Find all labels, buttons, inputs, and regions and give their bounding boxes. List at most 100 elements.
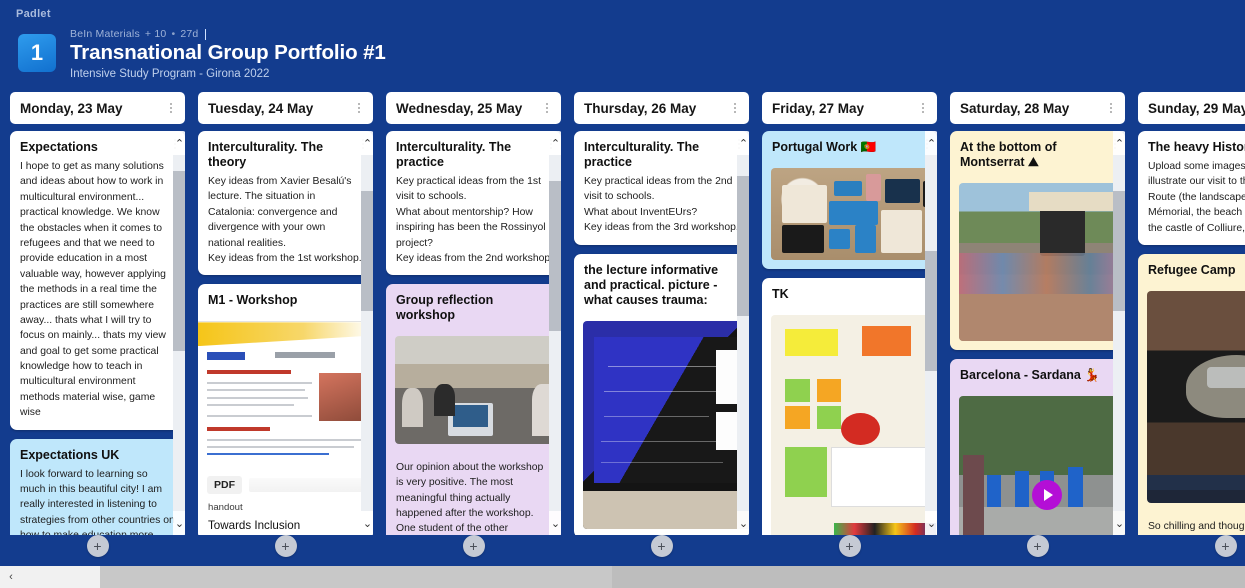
post-card-header: Interculturality. The practice Key practi… [386, 131, 561, 275]
column-header-5[interactable]: Friday, 27 May [762, 92, 937, 124]
post-card[interactable]: Barcelona - Sardana 💃 [950, 359, 1125, 535]
post-card-header: Expectations I hope to get as many soluti… [10, 131, 185, 430]
add-post-button[interactable]: + [86, 535, 109, 557]
attachment-label[interactable]: Towards Inclusion [198, 513, 373, 535]
scroll-down-chevron-icon[interactable]: ⌄ [549, 511, 561, 535]
column-body: At the bottom of Montserrat ⛰ Barcelona -… [950, 131, 1125, 535]
add-post-cell: + [386, 535, 561, 557]
post-card[interactable]: Portugal Work 🇵🇹 [762, 131, 937, 269]
post-image-poster[interactable] [771, 315, 937, 535]
vertical-scroll-thumb[interactable] [361, 191, 373, 311]
column-header-4[interactable]: Thursday, 26 May [574, 92, 749, 124]
post-title: Interculturality. The practice [396, 140, 512, 169]
breadcrumb[interactable]: BeIn Materials + 10 • 27d [70, 28, 386, 40]
post-caption: So chilling and thought provoking [1148, 520, 1245, 532]
post-card[interactable]: the lecture informative and practical. p… [574, 253, 749, 535]
column-header-3[interactable]: Wednesday, 25 May [386, 92, 561, 124]
vertical-scroll-thumb[interactable] [549, 181, 561, 331]
scroll-down-chevron-icon[interactable]: ⌄ [1113, 511, 1125, 535]
post-title: Barcelona - Sardana 💃 [960, 368, 1100, 382]
scroll-up-chevron-icon[interactable]: ⌃ [925, 131, 937, 155]
hscroll-track-right[interactable] [612, 566, 1245, 588]
post-card[interactable]: Interculturality. The practice Key practi… [574, 131, 749, 245]
column: Wednesday, 25 May Interculturality. The p… [386, 92, 561, 535]
post-card[interactable]: Refugee Camp So chilling and thought prov… [1138, 253, 1245, 535]
column-menu-icon[interactable] [353, 101, 365, 115]
column-menu-icon[interactable] [541, 101, 553, 115]
scroll-down-chevron-icon[interactable]: ⌄ [737, 511, 749, 535]
scroll-up-chevron-icon[interactable]: ⌃ [361, 131, 373, 155]
column-menu-icon[interactable] [165, 101, 177, 115]
board-header: 1 BeIn Materials + 10 • 27d Transnationa… [18, 28, 1245, 80]
column-header-6[interactable]: Saturday, 28 May [950, 92, 1125, 124]
post-card[interactable]: Interculturality. The theory Key ideas fr… [198, 131, 373, 276]
scroll-up-chevron-icon[interactable]: ⌃ [549, 131, 561, 155]
column-scroll-area[interactable]: Interculturality. The practice Key practi… [574, 131, 749, 535]
post-card[interactable]: M1 - Workshop PDF handout Towards Inclusion [198, 284, 373, 535]
post-image-museum[interactable] [1147, 290, 1245, 503]
column-scroll-area[interactable]: The heavy History Upload some images that… [1138, 131, 1245, 535]
column-scroll-area[interactable]: Portugal Work 🇵🇹 TK [762, 131, 937, 535]
column-header-2[interactable]: Tuesday, 24 May [198, 92, 373, 124]
post-card[interactable]: Expectations I hope to get as many soluti… [10, 131, 185, 430]
add-post-cell: + [10, 535, 185, 557]
add-post-button[interactable]: + [838, 535, 861, 557]
column-body: The heavy History Upload some images that… [1138, 131, 1245, 535]
scroll-up-chevron-icon[interactable]: ⌃ [737, 131, 749, 155]
board-subtitle[interactable]: Intensive Study Program - Girona 2022 [70, 68, 386, 80]
post-card-header: The heavy History Upload some images that… [1138, 131, 1245, 245]
column-header-1[interactable]: Monday, 23 May [10, 92, 185, 124]
column-scroll-area[interactable]: Interculturality. The practice Key practi… [386, 131, 561, 535]
vertical-scroll-thumb[interactable] [173, 171, 185, 351]
post-image-classroom[interactable] [395, 336, 561, 445]
vertical-scroll-thumb[interactable] [925, 251, 937, 371]
column-menu-icon[interactable] [729, 101, 741, 115]
post-body: I look forward to learning so much in th… [20, 468, 175, 535]
add-post-button[interactable]: + [1214, 535, 1237, 557]
column-header-7[interactable]: Sunday, 29 May [1138, 92, 1245, 124]
add-post-button[interactable]: + [650, 535, 673, 557]
post-card[interactable]: TK [762, 278, 937, 535]
post-image-group[interactable] [959, 183, 1125, 341]
column-scroll-area[interactable]: At the bottom of Montserrat ⛰ Barcelona -… [950, 131, 1125, 535]
column: Saturday, 28 May At the bottom of Montser… [950, 92, 1125, 535]
scroll-down-chevron-icon[interactable]: ⌄ [925, 511, 937, 535]
vertical-scroll-thumb[interactable] [1113, 191, 1125, 311]
scroll-up-chevron-icon[interactable]: ⌃ [173, 131, 185, 155]
hscroll-track[interactable] [0, 566, 1245, 588]
column: Sunday, 29 May The heavy History Upload so… [1138, 92, 1245, 535]
pdf-attachment-row[interactable]: PDF [198, 471, 373, 496]
post-title: Portugal Work 🇵🇹 [772, 140, 877, 154]
horizontal-scrollbar[interactable]: ‹ [0, 566, 1245, 588]
post-card[interactable]: Expectations UK I look forward to learnin… [10, 438, 185, 535]
breadcrumb-folder[interactable]: BeIn Materials [70, 28, 140, 40]
vertical-scroll-thumb[interactable] [737, 176, 749, 316]
column-menu-icon[interactable] [917, 101, 929, 115]
post-video-street[interactable] [959, 396, 1125, 535]
column-scroll-area[interactable]: Expectations I hope to get as many soluti… [10, 131, 185, 535]
play-button-icon[interactable] [1031, 480, 1062, 510]
post-image-slide-document[interactable] [198, 321, 373, 472]
padlet-logo[interactable]: Padlet [16, 8, 51, 20]
post-card[interactable]: Group reflection workshop Our opinion abo… [386, 284, 561, 535]
post-image-blackboard[interactable] [583, 320, 749, 529]
post-card[interactable]: The heavy History Upload some images that… [1138, 131, 1245, 245]
post-card[interactable]: At the bottom of Montserrat ⛰ [950, 131, 1125, 350]
column-menu-icon[interactable] [1105, 101, 1117, 115]
hscroll-thumb[interactable] [100, 566, 612, 588]
breadcrumb-age: 27d [180, 28, 199, 40]
scroll-down-chevron-icon[interactable]: ⌄ [173, 511, 185, 535]
add-post-button[interactable]: + [1026, 535, 1049, 557]
page-title[interactable]: Transnational Group Portfolio #1 [70, 41, 386, 65]
post-body: Upload some images that illustrate our v… [1148, 161, 1245, 234]
post-image-devices[interactable] [771, 168, 937, 260]
scroll-up-chevron-icon[interactable]: ⌃ [1113, 131, 1125, 155]
post-card[interactable]: Interculturality. The practice Key practi… [386, 131, 561, 276]
add-post-button[interactable]: + [274, 535, 297, 557]
column-body: Expectations I hope to get as many soluti… [10, 131, 185, 535]
add-post-button[interactable]: + [462, 535, 485, 557]
scroll-down-chevron-icon[interactable]: ⌄ [361, 511, 373, 535]
column-scroll-area[interactable]: Interculturality. The theory Key ideas fr… [198, 131, 373, 535]
post-card-header: Refugee Camp [1138, 254, 1245, 291]
column: Monday, 23 May Expectations I hope to get … [10, 92, 185, 535]
